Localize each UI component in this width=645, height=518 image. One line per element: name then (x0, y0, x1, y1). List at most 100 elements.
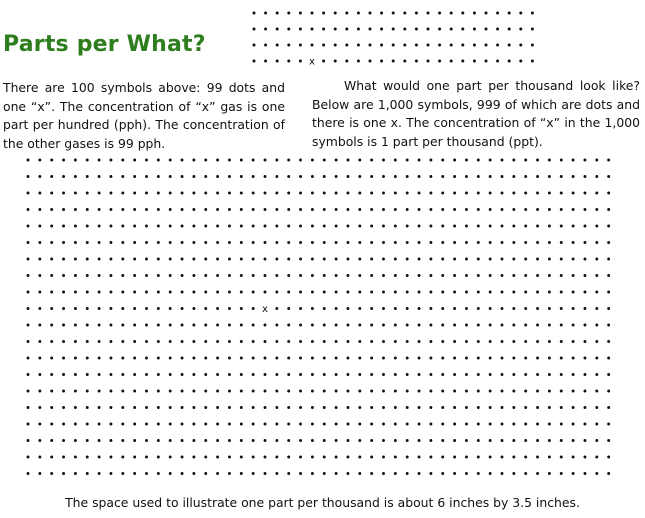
thousand-grid-dot (73, 175, 77, 178)
thousand-grid-dot (441, 224, 445, 228)
thousand-grid-dot (145, 472, 148, 475)
thousand-grid-dot (287, 439, 291, 442)
thousand-grid-dot (216, 191, 220, 195)
thousand-grid-dot (204, 208, 208, 211)
thousand-grid-dot (85, 224, 89, 228)
thousand-grid-dot (547, 175, 551, 178)
thousand-grid-dot (62, 389, 65, 393)
thousand-grid-dot (358, 274, 362, 277)
thousand-grid-dot (547, 241, 551, 244)
thousand-grid-dot (275, 373, 279, 376)
hundred-grid-dot (507, 27, 511, 31)
thousand-grid-dot (299, 257, 302, 261)
thousand-grid-dot (26, 373, 30, 376)
hundred-grid-dot (380, 11, 384, 15)
thousand-grid-dot (251, 257, 255, 261)
thousand-grid-dot (180, 439, 184, 442)
thousand-grid-dot (228, 389, 231, 393)
thousand-grid-dot (26, 323, 30, 327)
thousand-grid-dot (476, 323, 480, 327)
thousand-grid-dot (263, 323, 267, 327)
thousand-grid-dot (393, 340, 397, 343)
thousand-grid-dot (536, 307, 539, 310)
thousand-grid-dot (559, 307, 563, 310)
thousand-grid-dot (536, 158, 539, 162)
thousand-grid-dot (121, 356, 125, 360)
thousand-grid-dot (156, 356, 160, 360)
thousand-grid-dot (263, 175, 267, 178)
thousand-grid-dot (299, 455, 302, 459)
hundred-grid-dot (264, 11, 268, 15)
thousand-grid-dot (358, 389, 362, 393)
hundred-grid-dot (496, 43, 500, 47)
thousand-grid-dot (500, 323, 504, 327)
thousand-grid-dot (216, 208, 220, 211)
thousand-grid-dot (26, 257, 30, 261)
thousand-grid-dot (476, 356, 480, 360)
thousand-grid-dot (453, 389, 457, 393)
thousand-grid-dot (370, 455, 374, 459)
thousand-grid-dot (251, 208, 255, 211)
thousand-grid-dot (38, 472, 42, 475)
thousand-grid-dot (512, 274, 516, 277)
thousand-grid-dot (263, 241, 267, 244)
thousand-grid-dot (216, 158, 220, 162)
thousand-grid-dot (607, 323, 611, 327)
thousand-grid-dot (441, 323, 445, 327)
thousand-grid-dot (85, 208, 89, 211)
thousand-grid-dot (204, 257, 208, 261)
thousand-grid-dot (334, 274, 338, 277)
thousand-grid-dot (536, 274, 539, 277)
thousand-grid-dot (524, 340, 528, 343)
thousand-grid-dot (133, 455, 137, 459)
thousand-grid-dot (453, 241, 457, 244)
thousand-grid-dot (536, 406, 539, 409)
thousand-grid-dot (133, 257, 137, 261)
thousand-grid-dot (62, 356, 65, 360)
thousand-grid-dot (429, 439, 433, 442)
paragraph-parts-per-hundred: There are 100 symbols above: 99 dots and… (3, 80, 285, 151)
thousand-grid-dot (50, 290, 54, 294)
thousand-grid-dot (156, 307, 160, 310)
thousand-grid-dot (334, 323, 338, 327)
thousand-grid-dot (263, 472, 267, 475)
thousand-grid-dot (121, 340, 125, 343)
thousand-grid-dot (429, 224, 433, 228)
thousand-grid-dot (524, 241, 528, 244)
thousand-grid-dot (275, 208, 279, 211)
thousand-grid-dot (156, 340, 160, 343)
thousand-grid-dot (145, 224, 148, 228)
thousand-grid-dot (168, 208, 172, 211)
thousand-grid-dot (168, 290, 172, 294)
thousand-grid-dot (26, 290, 30, 294)
thousand-grid-dot (417, 455, 421, 459)
thousand-grid-dot (204, 422, 208, 426)
hundred-grid-dot (461, 59, 465, 63)
thousand-grid-dot (38, 439, 42, 442)
thousand-grid-dot (476, 224, 480, 228)
thousand-grid-dot (310, 307, 314, 310)
thousand-grid-dot (547, 158, 551, 162)
thousand-grid-dot (393, 175, 397, 178)
thousand-grid-dot (583, 472, 587, 475)
thousand-grid-dot (180, 356, 184, 360)
hundred-grid-dot (287, 59, 291, 63)
thousand-grid-dot (382, 323, 385, 327)
thousand-grid-dot (216, 340, 220, 343)
thousand-grid-dot (524, 290, 528, 294)
thousand-grid-dot (50, 472, 54, 475)
hundred-symbol-grid: x (252, 11, 534, 68)
thousand-grid-dot (180, 241, 184, 244)
thousand-grid-dot (38, 257, 42, 261)
hundred-grid-dot (530, 59, 534, 63)
thousand-grid-dot (488, 274, 492, 277)
thousand-grid-dot (382, 290, 385, 294)
hundred-grid-dot (368, 43, 372, 47)
thousand-grid-dot (346, 389, 350, 393)
thousand-grid-dot (358, 472, 362, 475)
thousand-grid-dot (453, 175, 457, 178)
thousand-grid-dot (453, 257, 457, 261)
thousand-grid-dot (180, 472, 184, 475)
thousand-grid-dot (465, 191, 468, 195)
thousand-grid-dot (38, 389, 42, 393)
